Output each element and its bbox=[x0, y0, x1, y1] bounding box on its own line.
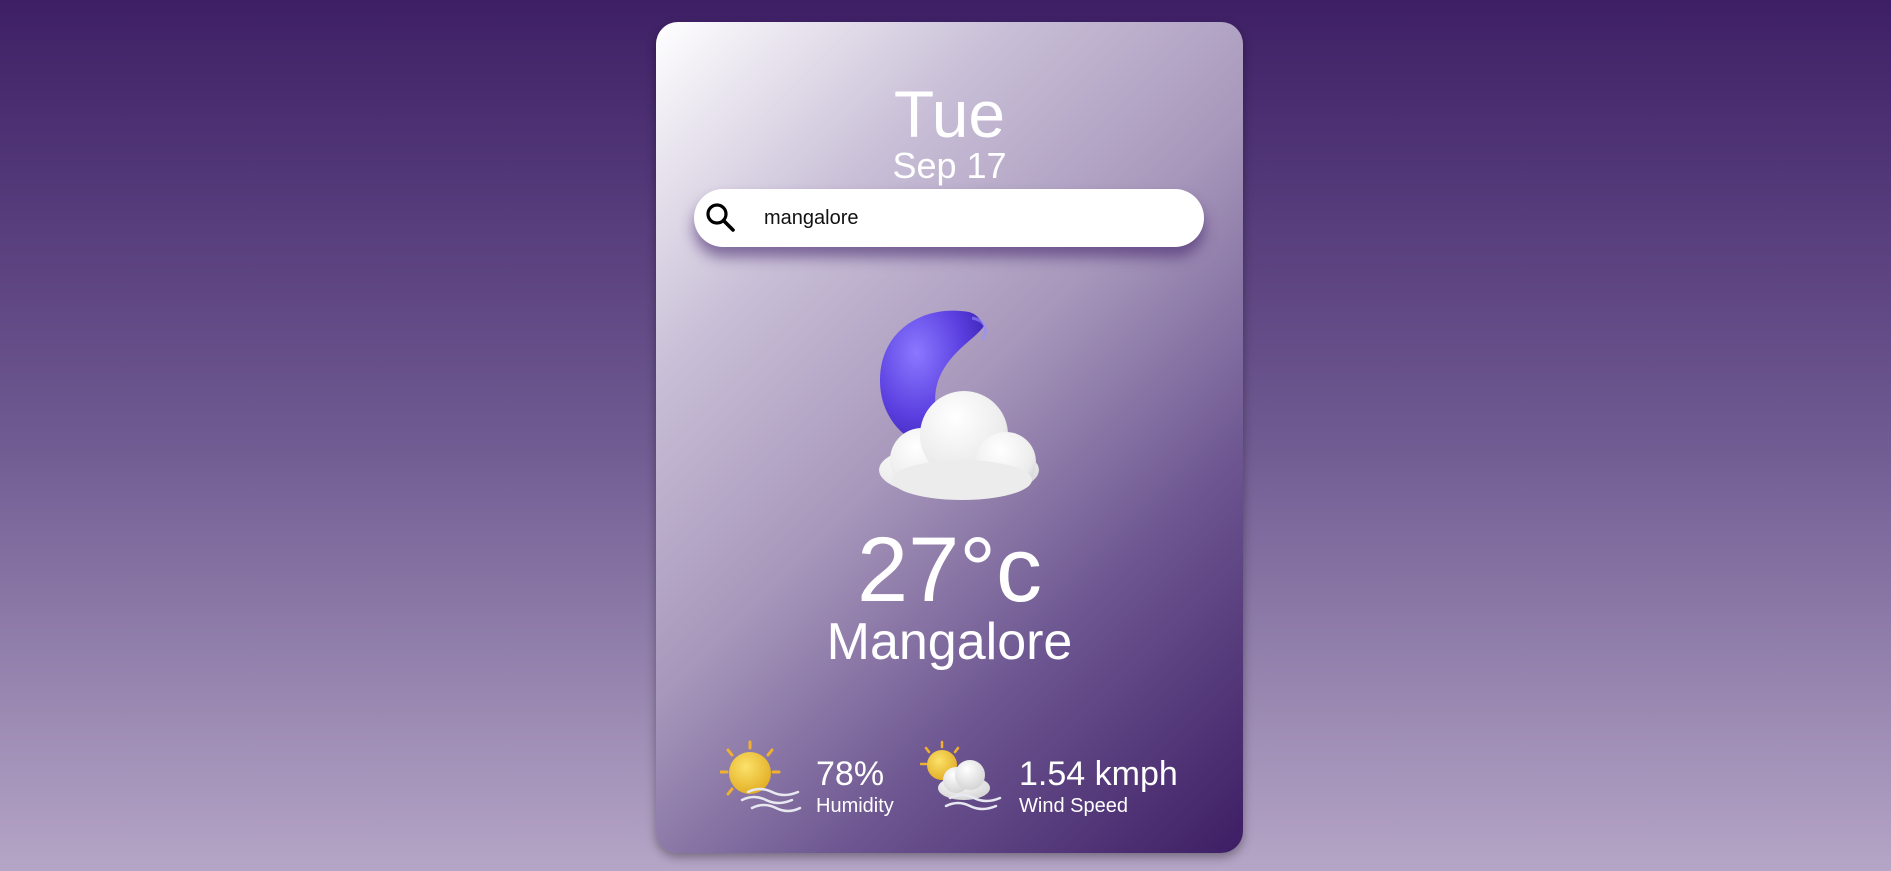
humidity-value: 78% bbox=[816, 755, 885, 793]
search-input[interactable] bbox=[764, 198, 1164, 238]
date-label: Sep 17 bbox=[892, 145, 1007, 186]
wind-speed-label: Wind Speed bbox=[1019, 795, 1128, 817]
city-name: Mangalore bbox=[826, 613, 1073, 671]
sun-cloud-wind-icon bbox=[919, 740, 1006, 822]
moon-cloud-icon bbox=[844, 290, 1054, 520]
humidity-detail: 78% Humidity bbox=[719, 734, 920, 824]
wind-detail: 1.54 kmph Wind Speed bbox=[919, 734, 1200, 824]
temperature: 27°c bbox=[856, 519, 1043, 621]
humidity-label: Humidity bbox=[816, 795, 894, 817]
search-bar[interactable] bbox=[694, 189, 1204, 247]
search-icon[interactable] bbox=[704, 201, 738, 235]
sun-haze-icon bbox=[719, 740, 806, 822]
wind-speed-value: 1.54 kmph bbox=[1019, 755, 1178, 793]
weather-card: Tue Sep 17 mangalore 27°c Mangalore 78% … bbox=[656, 22, 1243, 853]
day-label: Tue bbox=[893, 77, 1006, 151]
weather-details: 78% Humidity 1.54 kmph Wind Speed bbox=[719, 734, 1200, 824]
